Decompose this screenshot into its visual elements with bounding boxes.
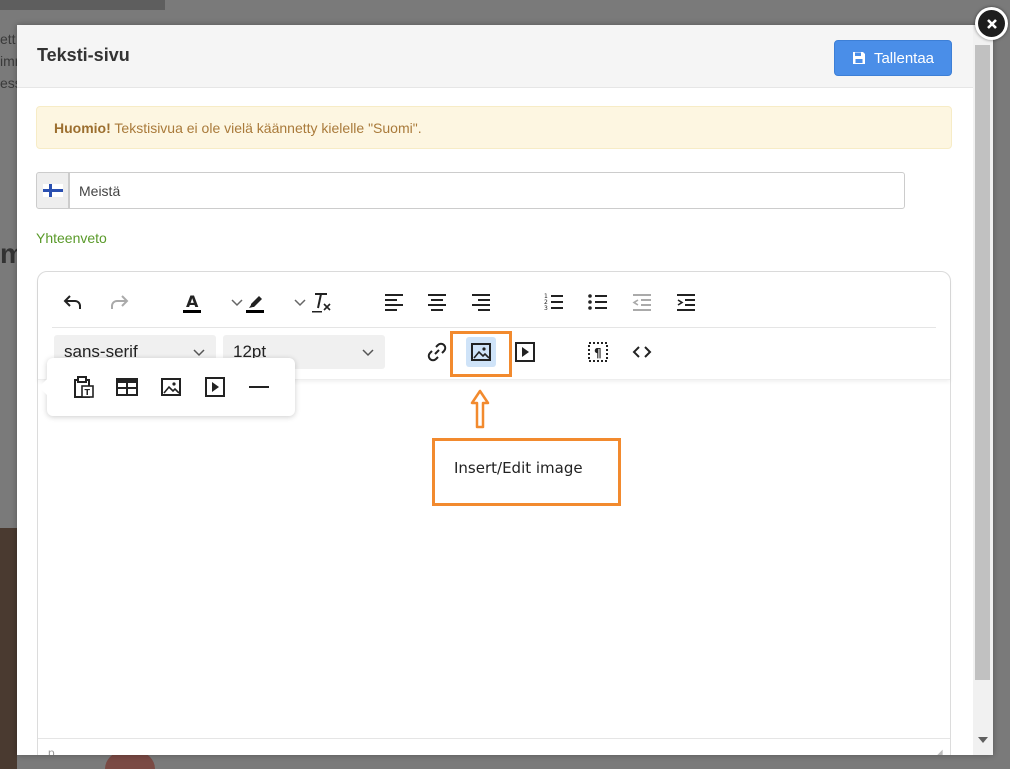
bullet-list-icon[interactable] bbox=[583, 287, 613, 317]
align-center-icon[interactable] bbox=[422, 287, 452, 317]
translation-warning: Huomio! Tekstisivua ei ole vielä käännet… bbox=[36, 106, 952, 149]
toolbar-divider bbox=[52, 327, 936, 328]
image-button-highlight bbox=[450, 331, 512, 377]
paste-text-icon[interactable]: T bbox=[68, 372, 98, 402]
save-button-label: Tallentaa bbox=[873, 49, 935, 67]
close-icon bbox=[978, 10, 1005, 37]
horizontal-rule-icon[interactable] bbox=[244, 372, 274, 402]
floppy-disk-icon bbox=[852, 52, 865, 64]
finland-flag-icon bbox=[42, 184, 63, 197]
language-flag bbox=[36, 172, 69, 209]
highlight-icon[interactable] bbox=[240, 287, 270, 317]
svg-text:3: 3 bbox=[544, 305, 548, 312]
summary-label: Yhteenveto bbox=[36, 230, 107, 246]
background-photo bbox=[0, 528, 17, 769]
scrollbar-thumb[interactable] bbox=[975, 45, 990, 680]
show-blocks-icon[interactable]: ¶ bbox=[583, 337, 613, 367]
quick-insert-toolbar: T bbox=[39, 358, 295, 416]
svg-text:¶: ¶ bbox=[594, 346, 602, 360]
clear-format-icon[interactable] bbox=[306, 287, 336, 317]
scroll-down-arrow-icon[interactable] bbox=[978, 737, 988, 743]
image-icon[interactable] bbox=[156, 372, 186, 402]
warning-strong: Huomio! bbox=[54, 120, 111, 136]
source-code-icon[interactable] bbox=[627, 337, 657, 367]
save-button[interactable]: Tallentaa bbox=[834, 40, 952, 76]
background-text-line: ett bbox=[0, 31, 16, 47]
align-right-icon[interactable] bbox=[466, 287, 496, 317]
page-title-input[interactable] bbox=[69, 172, 905, 209]
media-icon[interactable] bbox=[510, 337, 540, 367]
tooltip-text: Insert/Edit image bbox=[454, 459, 583, 477]
chevron-down-icon bbox=[362, 349, 374, 357]
up-arrow-icon bbox=[470, 389, 490, 429]
status-divider bbox=[38, 738, 950, 739]
media-icon[interactable] bbox=[200, 372, 230, 402]
resize-grip-icon[interactable]: ◢ bbox=[935, 748, 943, 755]
modal-header: Teksti-sivu Tallentaa bbox=[17, 25, 973, 88]
annotation-tooltip: Insert/Edit image bbox=[432, 438, 621, 506]
outdent-icon[interactable] bbox=[627, 287, 657, 317]
warning-text: Tekstisivua ei ole vielä käännetty kiele… bbox=[110, 120, 422, 136]
redo-icon[interactable] bbox=[104, 287, 134, 317]
element-path[interactable]: p bbox=[48, 746, 55, 755]
link-icon[interactable] bbox=[422, 337, 452, 367]
align-left-icon[interactable] bbox=[379, 287, 409, 317]
indent-icon[interactable] bbox=[671, 287, 701, 317]
close-modal-button[interactable] bbox=[975, 7, 1008, 40]
chevron-down-icon bbox=[193, 349, 205, 357]
modal-title: Teksti-sivu bbox=[37, 45, 130, 65]
svg-text:T: T bbox=[85, 388, 91, 397]
undo-icon[interactable] bbox=[58, 287, 88, 317]
text-color-icon[interactable]: A bbox=[177, 287, 207, 317]
modal-scrollbar[interactable] bbox=[973, 25, 993, 755]
chevron-down-icon bbox=[294, 299, 306, 307]
table-icon[interactable] bbox=[112, 372, 142, 402]
numbered-list-icon[interactable]: 123 bbox=[539, 287, 569, 317]
svg-text:A: A bbox=[186, 292, 199, 311]
background-bar bbox=[0, 0, 165, 10]
